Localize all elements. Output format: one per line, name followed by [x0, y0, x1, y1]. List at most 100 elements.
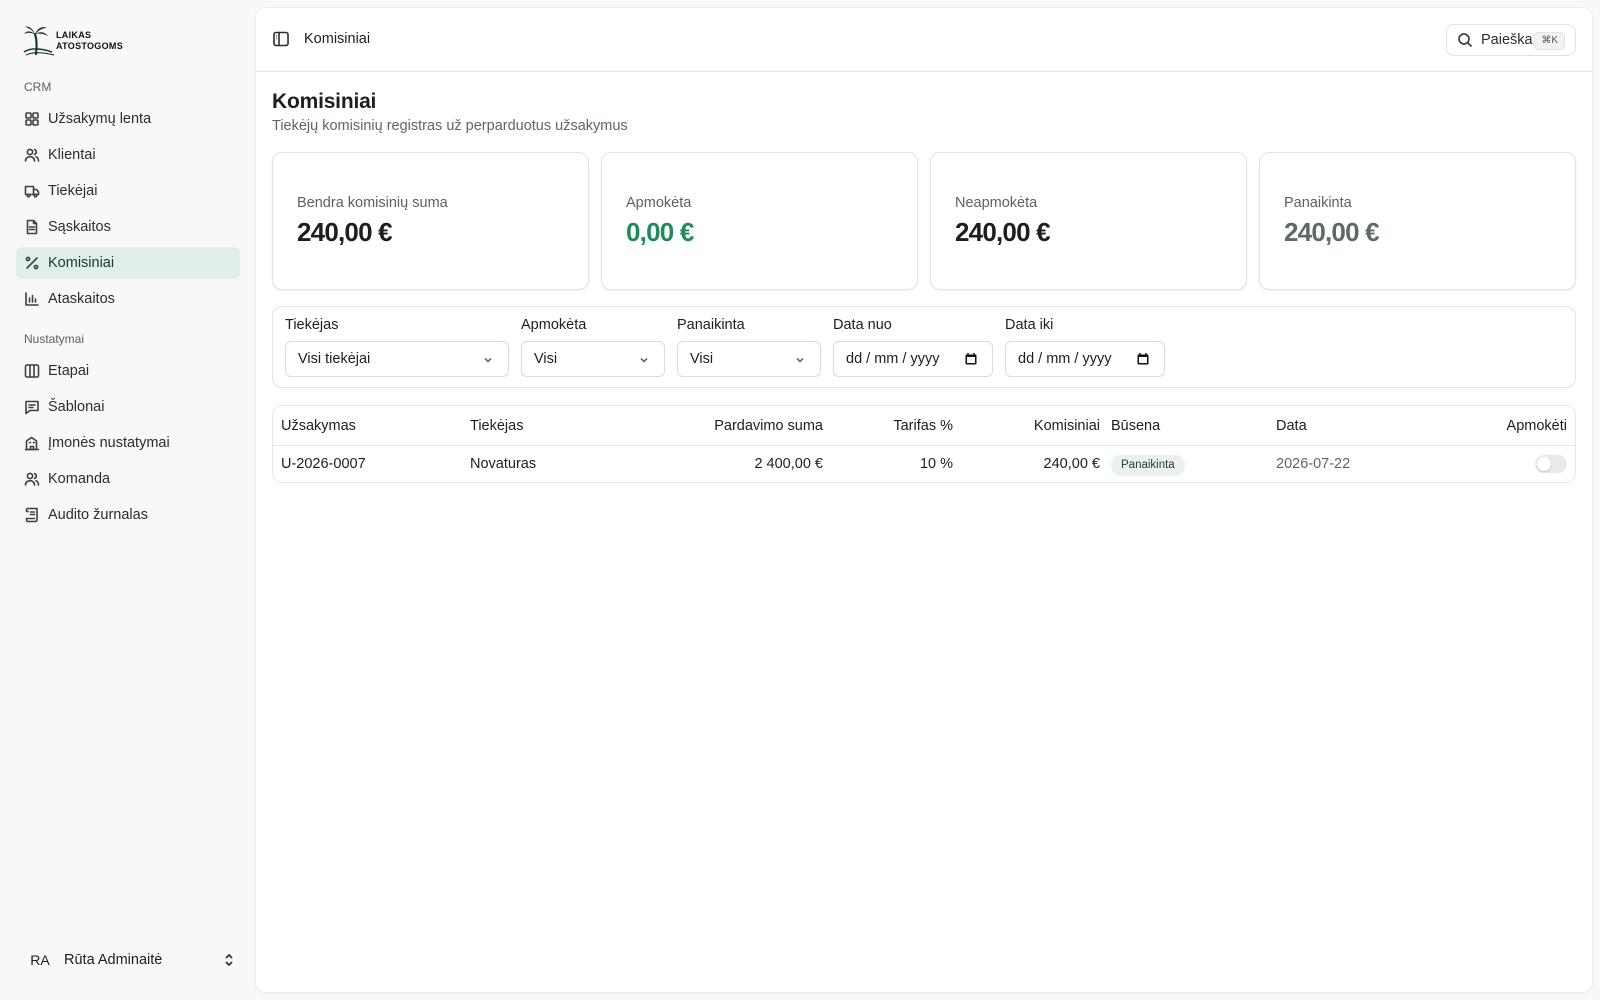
brand-name: LAIKAS ATOSTOGOMS: [56, 30, 123, 52]
column-header-commission[interactable]: Komisiniai: [1034, 418, 1100, 434]
date-placeholder: dd / mm / yyyy: [846, 351, 940, 367]
stat-label: Neapmokėta: [955, 195, 1038, 211]
stat-value: 240,00 €: [1284, 217, 1380, 247]
stat-card-unpaid: Neapmokėta 240,00 €: [930, 152, 1247, 290]
column-header-status[interactable]: Būsena: [1111, 418, 1160, 434]
sidebar-item-label: Užsakymų lenta: [48, 111, 152, 127]
brand-logo[interactable]: LAIKAS ATOSTOGOMS: [22, 22, 152, 58]
chevron-down-icon: [794, 354, 806, 366]
filter-supplier: Tiekėjas Visi tiekėjai: [285, 317, 509, 377]
column-header-order[interactable]: Užsakymas: [281, 418, 356, 434]
date-cell: 2026-07-22: [1276, 456, 1351, 472]
sidebar-item-label: Įmonės nustatymai: [48, 435, 170, 451]
avatar: RA: [30, 952, 50, 968]
stat-card-cancelled: Panaikinta 240,00 €: [1259, 152, 1576, 290]
commission-cell: 240,00 €: [1043, 456, 1100, 472]
bar-chart-icon: [24, 291, 40, 307]
shortcut-badge: ⌘K: [1534, 32, 1565, 50]
column-header-sale-amount[interactable]: Pardavimo suma: [714, 418, 823, 434]
column-header-rate[interactable]: Tarifas %: [893, 418, 953, 434]
sidebar-item-company-settings[interactable]: Įmonės nustatymai: [16, 427, 240, 459]
building-icon: [24, 435, 40, 451]
table-row: U-2026-0007 Novaturas 2 400,00 € 10 % 24…: [273, 446, 1575, 482]
sidebar-item-label: Komisiniai: [48, 255, 115, 271]
status-badge: Panaikinta: [1111, 455, 1185, 476]
log-icon: [24, 507, 40, 523]
cancelled-select[interactable]: Visi: [677, 341, 821, 377]
sidebar-item-templates[interactable]: Šablonai: [16, 391, 240, 423]
top-bar: Komisiniai Paieška ⌘K: [256, 8, 1592, 72]
brand-line-1: LAIKAS: [56, 30, 92, 40]
stat-value: 240,00 €: [297, 217, 393, 247]
stat-label: Apmokėta: [626, 195, 692, 211]
brand-line-2: ATOSTOGOMS: [56, 41, 124, 51]
filters-panel: Tiekėjas Visi tiekėjai Apmokėta Visi Pan…: [272, 306, 1576, 388]
sidebar: LAIKAS ATOSTOGOMS CRM Užsakymų lenta Kli…: [0, 0, 255, 1000]
sidebar-item-reports[interactable]: Ataskaitos: [16, 283, 240, 315]
sidebar-item-label: Šablonai: [48, 399, 105, 415]
panel-left-icon: [273, 31, 289, 47]
commissions-table: Užsakymas Tiekėjas Pardavimo suma Tarifa…: [272, 405, 1576, 483]
column-header-mark-paid[interactable]: Apmokėti: [1507, 418, 1567, 434]
sidebar-item-label: Ataskaitos: [48, 291, 115, 307]
sidebar-item-stages[interactable]: Etapai: [16, 355, 240, 387]
stat-card-total: Bendra komisinių suma 240,00 €: [272, 152, 589, 290]
table-header: Užsakymas Tiekėjas Pardavimo suma Tarifa…: [273, 406, 1575, 446]
date-to-input[interactable]: dd / mm / yyyy: [1005, 341, 1165, 377]
toggle-knob: [1537, 457, 1551, 471]
sidebar-item-team[interactable]: Komanda: [16, 463, 240, 495]
file-icon: [24, 219, 40, 235]
stat-label: Panaikinta: [1284, 195, 1352, 211]
filter-date-to: Data iki dd / mm / yyyy: [1005, 317, 1165, 377]
users-icon: [24, 471, 40, 487]
chevron-down-icon: [638, 354, 650, 366]
select-value: Visi: [690, 351, 714, 367]
sidebar-item-label: Sąskaitos: [48, 219, 111, 235]
calendar-icon[interactable]: [1136, 352, 1150, 366]
palm-tree-icon: [23, 26, 55, 56]
sidebar-toggle-button[interactable]: [272, 30, 290, 48]
truck-icon: [24, 183, 40, 199]
sidebar-item-commissions[interactable]: Komisiniai: [16, 247, 240, 279]
rate-cell: 10 %: [919, 456, 953, 472]
search-button[interactable]: Paieška ⌘K: [1446, 24, 1576, 56]
sidebar-item-clients[interactable]: Klientai: [16, 139, 240, 171]
mark-paid-toggle[interactable]: [1535, 455, 1567, 473]
sidebar-item-invoices[interactable]: Sąskaitos: [16, 211, 240, 243]
search-icon: [1458, 33, 1473, 48]
columns-icon: [24, 363, 40, 379]
users-icon: [24, 147, 40, 163]
filter-label: Panaikinta: [677, 317, 745, 333]
sidebar-item-label: Tiekėjai: [48, 183, 98, 199]
user-name: Rūta Adminaitė: [64, 952, 163, 968]
column-header-date[interactable]: Data: [1276, 418, 1307, 434]
sale-amount-cell: 2 400,00 €: [754, 456, 823, 472]
order-link[interactable]: U-2026-0007: [281, 456, 366, 472]
calendar-icon[interactable]: [964, 352, 978, 366]
column-header-supplier[interactable]: Tiekėjas: [470, 418, 523, 434]
sidebar-item-orders-board[interactable]: Užsakymų lenta: [16, 103, 240, 135]
paid-select[interactable]: Visi: [521, 341, 665, 377]
breadcrumb: Komisiniai: [304, 31, 371, 47]
user-menu[interactable]: RA Rūta Adminaitė: [24, 944, 236, 976]
message-icon: [24, 399, 40, 415]
chevrons-up-down-icon: [222, 953, 236, 967]
chevron-down-icon: [482, 354, 494, 366]
sidebar-item-audit-log[interactable]: Audito žurnalas: [16, 499, 240, 531]
filter-paid: Apmokėta Visi: [521, 317, 665, 377]
filter-label: Data nuo: [833, 317, 892, 333]
supplier-select[interactable]: Visi tiekėjai: [285, 341, 509, 377]
sidebar-item-suppliers[interactable]: Tiekėjai: [16, 175, 240, 207]
grid-icon: [24, 111, 40, 127]
sidebar-item-label: Komanda: [48, 471, 111, 487]
stat-label: Bendra komisinių suma: [297, 195, 448, 211]
section-label-settings: Nustatymai: [24, 332, 85, 346]
filter-cancelled: Panaikinta Visi: [677, 317, 821, 377]
sidebar-item-label: Etapai: [48, 363, 90, 379]
section-label-crm: CRM: [24, 80, 52, 94]
sidebar-item-label: Klientai: [48, 147, 96, 163]
date-from-input[interactable]: dd / mm / yyyy: [833, 341, 993, 377]
stat-card-paid: Apmokėta 0,00 €: [601, 152, 918, 290]
search-label: Paieška: [1481, 32, 1533, 48]
percent-icon: [24, 255, 40, 271]
